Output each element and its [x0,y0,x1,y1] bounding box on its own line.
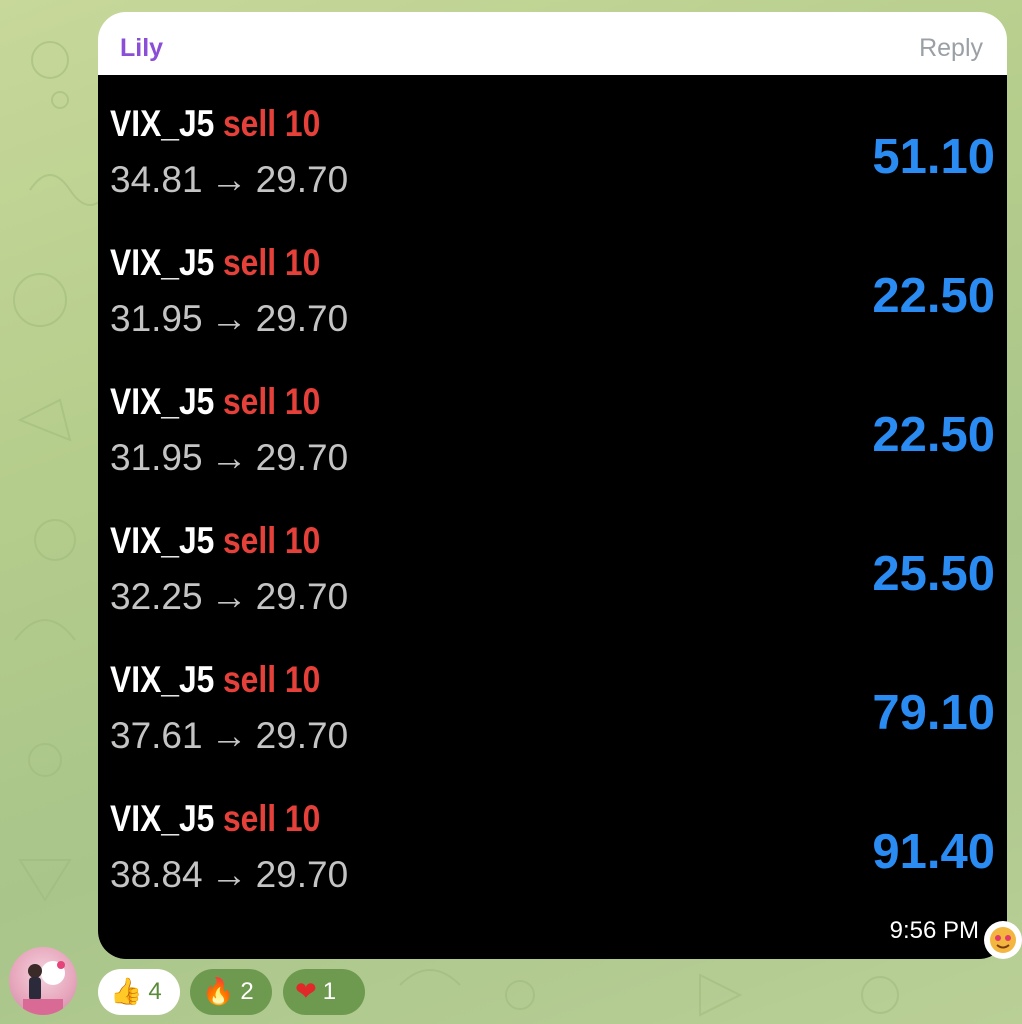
arrow-right-icon: → [210,437,248,478]
price-from: 32.25 [110,576,203,617]
trade-action: sell 10 [222,242,321,283]
arrow-right-icon: → [210,576,248,617]
price-to: 29.70 [255,854,349,895]
reaction-fire[interactable]: 🔥 2 [190,969,272,1015]
price-from: 31.95 [110,298,203,339]
message-header: Lily Reply [98,12,1007,75]
trade-ticker: VIX_J5 [110,103,215,144]
message-bubble: Lily Reply VIX_J5 sell 10 34.81 → 29.70 51.… [98,12,1007,959]
trade-title: VIX_J5 sell 10 [110,103,320,145]
trade-action: sell 10 [222,103,321,144]
trade-title: VIX_J5 sell 10 [110,520,320,562]
price-to: 29.70 [255,437,349,478]
arrow-right-icon: → [210,715,248,756]
message-timestamp: 9:56 PM [889,917,979,944]
price-from: 31.95 [110,437,203,478]
heart-icon: ❤ [295,977,317,1007]
price-from: 37.61 [110,715,203,756]
price-from: 38.84 [110,854,203,895]
trade-action: sell 10 [222,520,321,561]
sender-name[interactable]: Lily [120,34,163,63]
trade-prices: 31.95 → 29.70 [110,298,348,340]
trade-row: VIX_J5 sell 10 32.25 → 29.70 25.50 [98,520,1007,659]
emoji-status-icon[interactable] [984,921,1022,959]
price-to: 29.70 [255,576,349,617]
price-to: 29.70 [255,159,349,200]
trade-row: VIX_J5 sell 10 38.84 → 29.70 91.40 [98,798,1007,937]
reaction-heart[interactable]: ❤ 1 [283,969,365,1015]
trade-title: VIX_J5 sell 10 [110,242,320,284]
trade-row: VIX_J5 sell 10 34.81 → 29.70 51.10 [98,103,1007,242]
trade-prices: 34.81 → 29.70 [110,159,348,201]
reply-button[interactable]: Reply [919,34,983,63]
thumbs-up-icon: 👍 [110,977,143,1007]
price-to: 29.70 [255,715,349,756]
trade-ticker: VIX_J5 [110,242,215,283]
price-from: 34.81 [110,159,203,200]
trade-ticker: VIX_J5 [110,520,215,561]
trade-pnl: 51.10 [872,130,995,184]
arrow-right-icon: → [210,159,248,200]
trade-title: VIX_J5 sell 10 [110,659,320,701]
price-to: 29.70 [255,298,349,339]
reaction-count: 1 [322,978,337,1005]
trade-row: VIX_J5 sell 10 37.61 → 29.70 79.10 [98,659,1007,798]
trade-prices: 32.25 → 29.70 [110,576,348,618]
trade-title: VIX_J5 sell 10 [110,798,320,840]
trade-pnl: 25.50 [872,547,995,601]
sender-avatar[interactable] [9,947,77,1015]
trade-pnl: 22.50 [872,408,995,462]
trade-action: sell 10 [222,381,321,422]
fire-icon: 🔥 [202,977,235,1007]
trade-title: VIX_J5 sell 10 [110,381,320,423]
trade-prices: 31.95 → 29.70 [110,437,348,479]
reaction-count: 4 [148,978,162,1005]
trade-ticker: VIX_J5 [110,798,215,839]
trade-ticker: VIX_J5 [110,381,215,422]
reaction-thumbs-up[interactable]: 👍 4 [98,969,180,1015]
arrow-right-icon: → [210,854,248,895]
trade-prices: 37.61 → 29.70 [110,715,348,757]
trade-row: VIX_J5 sell 10 31.95 → 29.70 22.50 [98,242,1007,381]
reaction-count: 2 [240,978,254,1005]
trade-row: VIX_J5 sell 10 31.95 → 29.70 22.50 [98,381,1007,520]
trade-pnl: 22.50 [872,269,995,323]
trade-prices: 38.84 → 29.70 [110,854,348,896]
trade-pnl: 79.10 [872,686,995,740]
trade-action: sell 10 [222,659,321,700]
trade-pnl: 91.40 [872,825,995,879]
trade-screenshot-image[interactable]: VIX_J5 sell 10 34.81 → 29.70 51.10 VIX_J5 se… [98,75,1007,959]
arrow-right-icon: → [210,298,248,339]
trade-action: sell 10 [222,798,321,839]
trade-ticker: VIX_J5 [110,659,215,700]
